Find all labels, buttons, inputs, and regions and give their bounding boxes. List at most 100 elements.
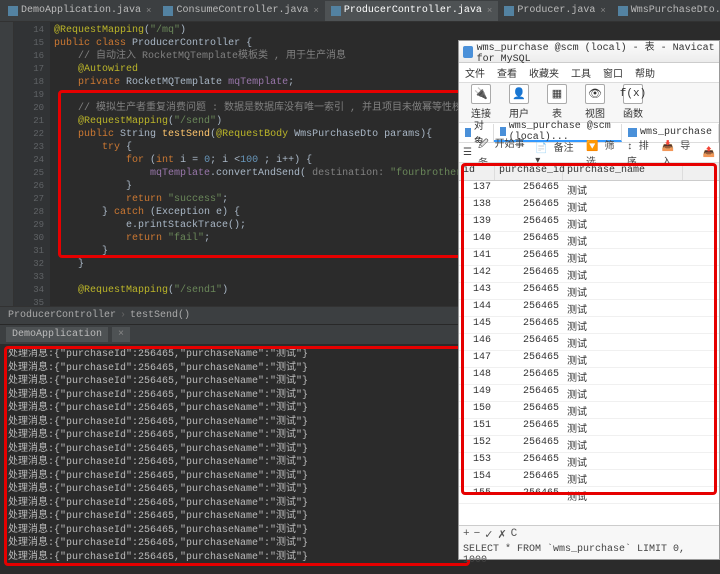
table-body[interactable]: 137256465测试138256465测试139256465测试1402564… [459, 181, 719, 504]
menu-item[interactable]: 工具 [571, 65, 591, 81]
cell-purchase-name: 测试 [563, 181, 683, 197]
cell-purchase-id: 256465 [495, 266, 563, 282]
record-nav-button[interactable]: ✓ [484, 528, 493, 542]
table-row[interactable]: 144256465测试 [459, 300, 719, 317]
breadcrumb-sep: › [120, 310, 126, 321]
cell-purchase-name: 测试 [563, 419, 683, 435]
cell-purchase-name: 测试 [563, 453, 683, 469]
menu-item[interactable]: 查看 [497, 65, 517, 81]
cell-purchase-id: 256465 [495, 453, 563, 469]
toolbar-button-连接[interactable]: 🔌连接 [463, 84, 499, 121]
cell-purchase-name: 测试 [563, 402, 683, 418]
table-row[interactable]: 140256465测试 [459, 232, 719, 249]
cell-purchase-id: 256465 [495, 249, 563, 265]
close-icon[interactable]: × [313, 6, 318, 16]
cell-id: 138 [459, 198, 495, 214]
table-row[interactable]: 147256465测试 [459, 351, 719, 368]
close-icon[interactable]: × [487, 6, 492, 16]
cell-id: 145 [459, 317, 495, 333]
cell-purchase-id: 256465 [495, 334, 563, 350]
file-icon [163, 6, 173, 16]
toolbar-button-函数[interactable]: f(x)函数 [615, 84, 651, 121]
cell-id: 147 [459, 351, 495, 367]
column-header[interactable]: purchase_name [563, 163, 683, 180]
cell-id: 153 [459, 453, 495, 469]
toolbar-icon: ▦ [547, 84, 567, 104]
close-icon[interactable]: × [146, 6, 151, 16]
editor-tab[interactable]: ConsumeController.java× [157, 1, 324, 21]
table-row[interactable]: 139256465测试 [459, 215, 719, 232]
menu-item[interactable]: 文件 [465, 65, 485, 81]
table-row[interactable]: 142256465测试 [459, 266, 719, 283]
table-row[interactable]: 148256465测试 [459, 368, 719, 385]
cell-purchase-id: 256465 [495, 300, 563, 316]
cell-purchase-name: 测试 [563, 487, 683, 503]
table-row[interactable]: 155256465测试 [459, 487, 719, 504]
table-row[interactable]: 153256465测试 [459, 453, 719, 470]
column-header[interactable]: purchase_id [495, 163, 563, 180]
column-header[interactable]: id [459, 163, 495, 180]
console-tab-active[interactable]: DemoApplication [6, 327, 108, 342]
record-nav-button[interactable]: ✗ [497, 528, 506, 542]
cell-id: 142 [459, 266, 495, 282]
table-row[interactable]: 149256465测试 [459, 385, 719, 402]
editor-tab[interactable]: WmsPurchaseDto.java× [612, 1, 720, 21]
close-icon[interactable]: × [112, 327, 130, 342]
cell-purchase-name: 测试 [563, 368, 683, 384]
breadcrumb-method[interactable]: testSend() [130, 310, 190, 321]
table-row[interactable]: 154256465测试 [459, 470, 719, 487]
menubar: 文件查看收藏夹工具窗口帮助 [459, 63, 719, 83]
cell-id: 148 [459, 368, 495, 384]
menu-item[interactable]: 帮助 [635, 65, 655, 81]
editor-tab[interactable]: ProducerController.java × [325, 1, 498, 21]
cell-purchase-id: 256465 [495, 436, 563, 452]
cell-id: 143 [459, 283, 495, 299]
table-row[interactable]: 141256465测试 [459, 249, 719, 266]
window-titlebar[interactable]: wms_purchase @scm (local) - 表 - Navicat … [459, 41, 719, 63]
table-row[interactable]: 137256465测试 [459, 181, 719, 198]
close-icon[interactable]: × [600, 6, 605, 16]
menu-item[interactable]: 窗口 [603, 65, 623, 81]
action-button[interactable]: ☰ [463, 147, 472, 159]
table-row[interactable]: 143256465测试 [459, 283, 719, 300]
cell-id: 140 [459, 232, 495, 248]
cell-id: 152 [459, 436, 495, 452]
cell-id: 151 [459, 419, 495, 435]
tab-label: Producer.java [517, 5, 595, 16]
file-icon [504, 6, 514, 16]
toolbar-button-视图[interactable]: 👁视图 [577, 84, 613, 121]
table-row[interactable]: 151256465测试 [459, 419, 719, 436]
cell-id: 141 [459, 249, 495, 265]
tab-label: ProducerController.java [344, 5, 482, 16]
record-nav-button[interactable]: + [463, 528, 470, 542]
editor-tab[interactable]: DemoApplication.java× [2, 1, 157, 21]
record-nav-button[interactable]: − [474, 528, 481, 542]
action-button[interactable]: 📤 [703, 147, 715, 159]
toolbar-icon: 👤 [509, 84, 529, 104]
cell-purchase-id: 256465 [495, 198, 563, 214]
menu-item[interactable]: 收藏夹 [529, 65, 559, 81]
left-gutter-icons [0, 22, 14, 306]
toolbar: 🔌连接👤用户▦表👁视图f(x)函数 [459, 83, 719, 123]
toolbar-icon: f(x) [623, 84, 643, 104]
toolbar-button-用户[interactable]: 👤用户 [501, 84, 537, 121]
table-row[interactable]: 152256465测试 [459, 436, 719, 453]
file-icon [331, 6, 341, 16]
table-row[interactable]: 145256465测试 [459, 317, 719, 334]
cell-purchase-name: 测试 [563, 436, 683, 452]
table-row[interactable]: 150256465测试 [459, 402, 719, 419]
editor-tabs: DemoApplication.java×ConsumeController.j… [0, 0, 720, 22]
file-icon [618, 6, 628, 16]
cell-purchase-name: 测试 [563, 385, 683, 401]
cell-purchase-id: 256465 [495, 368, 563, 384]
breadcrumb-class[interactable]: ProducerController [8, 310, 116, 321]
cell-purchase-name: 测试 [563, 249, 683, 265]
toolbar-button-表[interactable]: ▦表 [539, 84, 575, 121]
table-row[interactable]: 138256465测试 [459, 198, 719, 215]
cell-purchase-id: 256465 [495, 351, 563, 367]
cell-purchase-name: 测试 [563, 317, 683, 333]
record-nav-button[interactable]: C [511, 528, 518, 542]
table-row[interactable]: 146256465测试 [459, 334, 719, 351]
cell-id: 137 [459, 181, 495, 197]
editor-tab[interactable]: Producer.java × [498, 1, 611, 21]
